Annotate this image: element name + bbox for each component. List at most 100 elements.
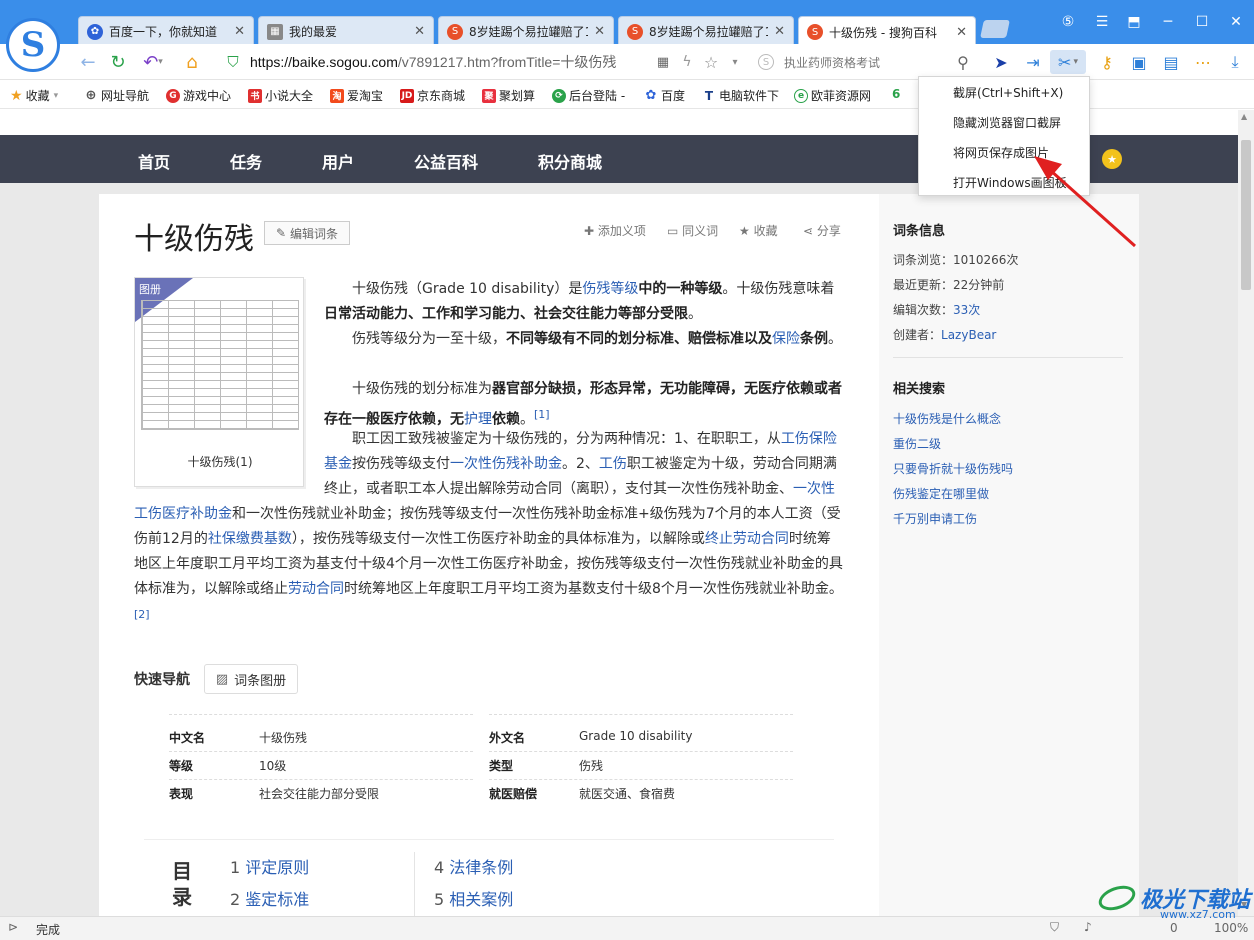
bookmark-favorites[interactable]: ★ 收藏 ▾ bbox=[10, 87, 58, 104]
album-button[interactable]: ▨ 词条图册 bbox=[204, 664, 298, 694]
bookmark-software[interactable]: T 电脑软件下 bbox=[702, 87, 779, 104]
toc-link[interactable]: 法律条例 bbox=[449, 858, 513, 877]
refresh-icon[interactable]: ↻ bbox=[106, 50, 130, 74]
login-icon[interactable]: ⇥ bbox=[1020, 50, 1046, 74]
bookmark-games[interactable]: G 游戏中心 bbox=[166, 87, 231, 104]
toc-item[interactable]: 1 评定原则 bbox=[230, 854, 309, 878]
link[interactable]: 一次性 bbox=[793, 481, 835, 497]
more-icon[interactable]: ⋯ bbox=[1190, 50, 1216, 74]
toc-item[interactable]: 4 法律条例 bbox=[434, 854, 513, 878]
lightning-icon[interactable]: ϟ bbox=[678, 50, 696, 74]
scroll-up-icon[interactable]: ▲ bbox=[1241, 112, 1247, 121]
address-field[interactable]: https://baike.sogou.com/v7891217.htm?fro… bbox=[250, 52, 616, 72]
bookmark-oufei[interactable]: e 欧菲资源网 bbox=[794, 87, 871, 104]
close-window-icon[interactable]: ✕ bbox=[1224, 10, 1248, 34]
security-shield-icon[interactable]: ⛉ bbox=[1050, 920, 1059, 935]
notes-icon[interactable]: ▤ bbox=[1158, 50, 1184, 74]
search-icon[interactable]: ⚲ bbox=[952, 50, 974, 74]
toc-link[interactable]: 鉴定标准 bbox=[245, 890, 309, 909]
toc-item[interactable]: 5 相关案例 bbox=[434, 886, 513, 910]
synonym-button[interactable]: ▭ 同义词 bbox=[667, 222, 718, 239]
tab-baidu[interactable]: ✿ 百度一下，你就知道 ✕ bbox=[78, 16, 254, 46]
download-icon[interactable]: ⤓ bbox=[1222, 50, 1248, 74]
menu-icon[interactable]: ☰ bbox=[1090, 10, 1114, 34]
toc-item[interactable]: 2 鉴定标准 bbox=[230, 886, 309, 910]
related-link[interactable]: 只要骨折就十级伤残吗 bbox=[893, 460, 1013, 477]
toc-link[interactable]: 评定原则 bbox=[245, 858, 309, 877]
link[interactable]: 终止劳动合同 bbox=[705, 531, 789, 547]
star-icon[interactable]: ☆ bbox=[702, 50, 720, 74]
bookmark-more[interactable]: 6 bbox=[892, 87, 900, 101]
account-icon[interactable]: ⑤ bbox=[1056, 10, 1080, 34]
bookmark-novels[interactable]: 书小说大全 bbox=[248, 87, 313, 104]
creator-link[interactable]: LazyBear bbox=[941, 328, 996, 342]
edits-link[interactable]: 33次 bbox=[953, 303, 980, 317]
chevron-down-icon[interactable]: ▾ bbox=[728, 50, 742, 74]
link[interactable]: 保险 bbox=[772, 331, 800, 347]
scroll-thumb[interactable] bbox=[1241, 140, 1251, 290]
nav-users[interactable]: 用户 bbox=[322, 149, 354, 173]
related-link[interactable]: 千万别申请工伤 bbox=[893, 510, 977, 527]
vertical-scrollbar[interactable]: ▲ ▼ bbox=[1238, 110, 1254, 916]
home-icon[interactable]: ⌂ bbox=[180, 50, 204, 74]
back-icon[interactable]: ← bbox=[76, 50, 100, 74]
share-button[interactable]: ⋖ 分享 bbox=[803, 222, 841, 239]
bookmark-nav[interactable]: ⊕ 网址导航 bbox=[84, 87, 149, 104]
tab-news-1[interactable]: S 8岁娃踢个易拉罐赔了1 ✕ bbox=[438, 16, 614, 46]
sound-icon[interactable]: ♪ bbox=[1084, 920, 1092, 934]
reference-link[interactable]: [1] bbox=[534, 408, 550, 421]
related-link[interactable]: 伤残鉴定在哪里做 bbox=[893, 485, 989, 502]
menu-item-hidden-screenshot[interactable]: 隐藏浏览器窗口截屏 bbox=[953, 114, 1061, 131]
sidebar-toggle-icon[interactable]: ⊳ bbox=[8, 920, 18, 934]
info-key: 外文名 bbox=[489, 731, 526, 745]
zoom-level[interactable]: 100% bbox=[1214, 921, 1248, 935]
related-link[interactable]: 十级伤残是什么概念 bbox=[893, 410, 1001, 427]
tab-baike[interactable]: S 十级伤残 - 搜狗百科 ✕ bbox=[798, 16, 976, 47]
link[interactable]: 伤残等级 bbox=[582, 281, 638, 297]
menu-item-screenshot[interactable]: 截屏(Ctrl+Shift+X) bbox=[953, 84, 1063, 101]
add-meaning-button[interactable]: ✚ 添加义项 bbox=[584, 222, 646, 239]
search-input[interactable]: S 执业药师资格考试 bbox=[758, 50, 976, 74]
bookmark-admin[interactable]: ⟳ 后台登陆 - bbox=[552, 87, 625, 104]
new-tab-button[interactable] bbox=[980, 20, 1010, 38]
qrcode-icon[interactable]: ▦ bbox=[654, 50, 672, 74]
browser-logo[interactable]: S bbox=[6, 18, 60, 72]
link[interactable]: 一次性伤残补助金 bbox=[450, 456, 562, 472]
minimize-icon[interactable]: ─ bbox=[1156, 10, 1180, 34]
nav-points-mall[interactable]: 积分商城 bbox=[538, 149, 602, 173]
close-icon[interactable]: ✕ bbox=[774, 24, 785, 39]
screenshot-scissors-icon[interactable]: ✂ ▾ bbox=[1050, 50, 1086, 74]
toc-link[interactable]: 相关案例 bbox=[449, 890, 513, 909]
nav-tasks[interactable]: 任务 bbox=[230, 149, 262, 173]
bookmark-juhuasuan[interactable]: 聚聚划算 bbox=[482, 87, 535, 104]
translate-icon[interactable]: ▣ bbox=[1126, 50, 1152, 74]
key-icon[interactable]: ⚷ bbox=[1094, 50, 1120, 74]
link[interactable]: 护理 bbox=[464, 412, 492, 428]
nav-home[interactable]: 首页 bbox=[138, 149, 170, 173]
skin-icon[interactable]: ⬒ bbox=[1122, 10, 1146, 34]
bookmark-jd[interactable]: JD 京东商城 bbox=[400, 87, 465, 104]
cursor-icon[interactable]: ➤ bbox=[988, 50, 1014, 74]
figure-album[interactable]: 图册 十级伤残(1) bbox=[134, 277, 304, 487]
close-icon[interactable]: ✕ bbox=[594, 24, 605, 39]
link[interactable]: 工伤保险基金 bbox=[324, 431, 837, 472]
bookmark-taobao[interactable]: 淘爱淘宝 bbox=[330, 87, 383, 104]
nav-charity[interactable]: 公益百科 bbox=[414, 149, 478, 173]
collect-button[interactable]: ★ 收藏 bbox=[739, 222, 778, 239]
close-icon[interactable]: ✕ bbox=[956, 25, 967, 40]
close-icon[interactable]: ✕ bbox=[414, 24, 425, 39]
bookmark-label: 电脑软件下 bbox=[719, 89, 780, 103]
link[interactable]: 劳动合同 bbox=[288, 581, 344, 597]
link[interactable]: 社保缴费基数 bbox=[208, 531, 292, 547]
link[interactable]: 工伤医疗补助金 bbox=[134, 506, 232, 522]
edit-entry-button[interactable]: ✎ 编辑词条 bbox=[264, 221, 350, 245]
undo-close-icon[interactable]: ↶ ▾ bbox=[138, 50, 168, 74]
bookmark-baidu[interactable]: ✿ 百度 bbox=[644, 87, 685, 104]
reference-link[interactable]: [2] bbox=[134, 608, 150, 621]
link[interactable]: 工伤 bbox=[599, 456, 627, 472]
related-link[interactable]: 重伤二级 bbox=[893, 435, 941, 452]
maximize-icon[interactable]: ☐ bbox=[1190, 10, 1214, 34]
close-icon[interactable]: ✕ bbox=[234, 24, 245, 39]
tab-favorites[interactable]: ▦ 我的最爱 ✕ bbox=[258, 16, 434, 46]
tab-news-2[interactable]: S 8岁娃踢个易拉罐赔了1 ✕ bbox=[618, 16, 794, 46]
